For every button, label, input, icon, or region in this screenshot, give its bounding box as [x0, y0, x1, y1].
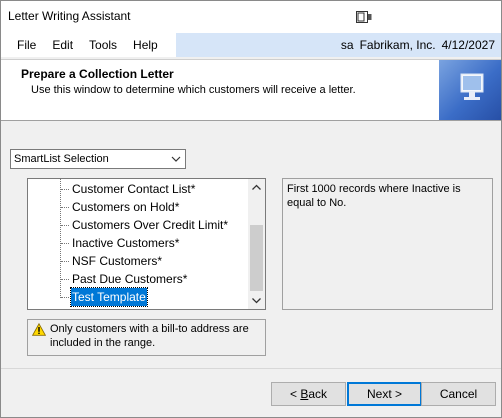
- header-graphic: [439, 60, 501, 120]
- title-bar: Letter Writing Assistant: [1, 1, 501, 33]
- tree-branch: [61, 189, 69, 190]
- selection-type-value: SmartList Selection: [14, 153, 109, 165]
- list-item[interactable]: Past Due Customers*: [28, 270, 248, 288]
- session-info: sa Fabrikam, Inc. 4/12/2027: [176, 33, 501, 57]
- list-item[interactable]: Inactive Customers*: [28, 234, 248, 252]
- company-name: Fabrikam, Inc.: [359, 38, 436, 52]
- menu-file[interactable]: File: [1, 33, 44, 57]
- header-subtitle: Use this window to determine which custo…: [31, 84, 356, 96]
- menu-bar: File Edit Tools Help sa Fabrikam, Inc. 4…: [1, 33, 501, 57]
- scroll-up-icon[interactable]: [248, 179, 265, 196]
- list-item[interactable]: NSF Customers*: [28, 252, 248, 270]
- header-title: Prepare a Collection Letter: [21, 67, 174, 81]
- template-list-items: Customer Contact List* Customers on Hold…: [28, 179, 248, 309]
- cancel-button[interactable]: Cancel: [421, 382, 496, 406]
- computer-monitor-icon: [460, 73, 484, 100]
- list-item-label: Customers Over Credit Limit*: [72, 218, 229, 232]
- letter-writing-assistant-window: Letter Writing Assistant File Edit Tools…: [0, 0, 502, 418]
- tree-branch: [61, 225, 69, 226]
- tree-branch: [61, 279, 69, 280]
- warning-icon: [32, 323, 46, 336]
- back-button-rest: ack: [308, 387, 328, 401]
- back-button[interactable]: < Back: [271, 382, 346, 406]
- menu-items: File Edit Tools Help: [1, 33, 176, 57]
- selection-description: First 1000 records where Inactive is equ…: [282, 178, 493, 310]
- user-id: sa: [340, 38, 354, 52]
- list-item-label: NSF Customers*: [72, 254, 163, 268]
- list-scrollbar[interactable]: [248, 179, 265, 309]
- notice-text: Only customers with a bill-to address ar…: [50, 323, 249, 349]
- back-button-prefix: <: [289, 387, 301, 401]
- list-item-label: Test Template: [70, 287, 148, 307]
- address-notice: Only customers with a bill-to address ar…: [27, 319, 266, 356]
- window-restore-icon[interactable]: [356, 11, 372, 23]
- chevron-down-icon: [171, 156, 181, 162]
- user-date: 4/12/2027: [441, 38, 495, 52]
- list-item[interactable]: Customer Contact List*: [28, 180, 248, 198]
- menu-edit[interactable]: Edit: [44, 33, 81, 57]
- list-item[interactable]: Customers on Hold*: [28, 198, 248, 216]
- tree-branch: [61, 261, 69, 262]
- menu-tools[interactable]: Tools: [81, 33, 125, 57]
- tree-branch: [61, 243, 69, 244]
- selection-type-dropdown[interactable]: SmartList Selection: [10, 149, 186, 169]
- tree-branch: [61, 207, 69, 208]
- list-item-label: Customer Contact List*: [72, 182, 196, 196]
- list-item[interactable]: Customers Over Credit Limit*: [28, 216, 248, 234]
- list-item-selected[interactable]: Test Template: [28, 287, 248, 307]
- list-item-label: Past Due Customers*: [72, 272, 188, 286]
- menu-help[interactable]: Help: [125, 33, 166, 57]
- footer-divider: [1, 368, 501, 369]
- template-list[interactable]: Customer Contact List* Customers on Hold…: [27, 178, 266, 310]
- window-header: Prepare a Collection Letter Use this win…: [1, 59, 501, 121]
- tree-branch: [61, 297, 69, 298]
- scroll-down-icon[interactable]: [248, 292, 265, 309]
- scroll-thumb[interactable]: [250, 225, 263, 291]
- next-button[interactable]: Next >: [347, 382, 422, 406]
- list-item-label: Inactive Customers*: [72, 236, 180, 250]
- list-item-label: Customers on Hold*: [72, 200, 180, 214]
- window-title: Letter Writing Assistant: [8, 9, 131, 23]
